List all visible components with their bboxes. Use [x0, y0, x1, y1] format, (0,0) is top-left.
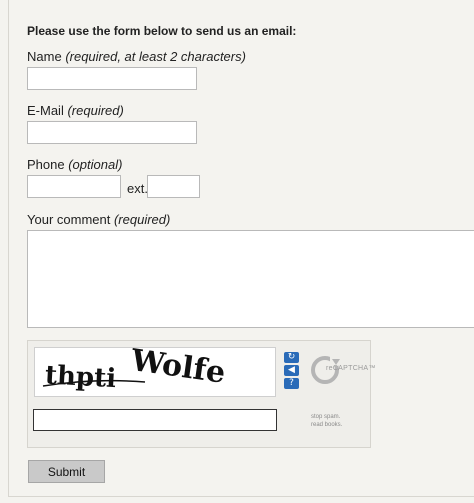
submit-button[interactable]: Submit [28, 460, 105, 483]
captcha-word-2: Wolfe [128, 348, 228, 391]
name-field[interactable] [27, 67, 197, 90]
comment-label: Your comment (required) [27, 212, 170, 227]
email-field[interactable] [27, 121, 197, 144]
email-label: E-Mail (required) [27, 103, 124, 118]
comment-label-hint: (required) [113, 212, 171, 227]
comment-field[interactable] [27, 230, 474, 328]
help-icon[interactable]: ? [284, 378, 299, 389]
slogan-line-2: read books. [311, 422, 343, 428]
recaptcha-slogan: stop spam. read books. [311, 413, 342, 429]
phone-ext-field[interactable] [147, 175, 200, 198]
ext-label: ext. [127, 181, 148, 196]
name-label-text: Name [27, 49, 62, 64]
recaptcha-brand: reCAPTCHA™ [326, 365, 376, 372]
email-label-hint: (required) [67, 103, 124, 118]
audio-icon[interactable]: ◀ [284, 365, 299, 376]
form-intro: Please use the form below to send us an … [27, 24, 297, 38]
captcha-word-1: thpti [44, 360, 117, 394]
phone-label-text: Phone [27, 157, 65, 172]
name-label: Name (required, at least 2 characters) [27, 49, 246, 64]
phone-label-hint: (optional) [68, 157, 123, 172]
captcha-response-input[interactable] [33, 409, 277, 431]
phone-field[interactable] [27, 175, 121, 198]
captcha-image: thpti Wolfe [34, 343, 276, 397]
name-label-hint: (required, at least 2 characters) [65, 49, 246, 64]
refresh-icon[interactable]: ↻ [284, 352, 299, 363]
recaptcha-widget: thpti Wolfe ↻ ◀ ? reCAPTCHA™ stop spam. … [27, 340, 375, 448]
comment-label-text: Your comment [27, 212, 111, 227]
email-label-text: E-Mail [27, 103, 64, 118]
captcha-words-graphic: thpti Wolfe [42, 343, 228, 394]
phone-label: Phone (optional) [27, 157, 122, 172]
slogan-line-1: stop spam. [311, 414, 341, 420]
